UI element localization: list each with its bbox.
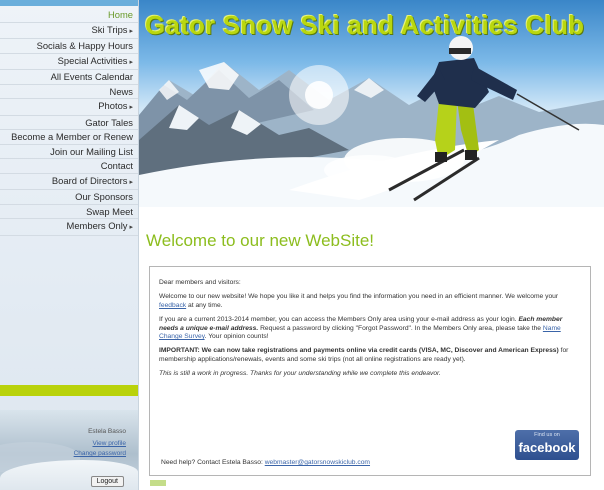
nav-item-ski-trips[interactable]: Ski Trips ▸ bbox=[0, 23, 138, 39]
help-text: Need help? Contact Estela Basso: bbox=[161, 459, 265, 466]
welcome-message-box: Dear members and visitors: Welcome to ou… bbox=[149, 266, 591, 476]
site-title: Gator Snow Ski and Activities Club bbox=[145, 10, 585, 40]
nav-item-sponsors[interactable]: Our Sponsors bbox=[0, 190, 138, 205]
feedback-link[interactable]: feedback bbox=[159, 302, 186, 309]
member-panel: Estela Basso View profile Change passwor… bbox=[0, 410, 138, 490]
sidebar: Home Ski Trips ▸ Socials & Happy Hours Sp… bbox=[0, 0, 139, 490]
footer-decoration bbox=[150, 480, 166, 486]
nav-label: Ski Trips bbox=[91, 23, 128, 35]
nav-label: Special Activities bbox=[57, 54, 128, 66]
nav-item-socials[interactable]: Socials & Happy Hours bbox=[0, 39, 138, 54]
facebook-logo-text: facebook bbox=[518, 440, 576, 455]
nav-label: Become a Member or Renew bbox=[11, 131, 133, 142]
text: at any time. bbox=[186, 301, 223, 309]
submenu-arrow-icon: ▸ bbox=[129, 224, 133, 231]
nav-label: Join our Mailing List bbox=[50, 145, 133, 157]
view-profile-link[interactable]: View profile bbox=[93, 440, 126, 447]
nav-label: Contact bbox=[100, 160, 133, 171]
nav-item-swap-meet[interactable]: Swap Meet bbox=[0, 205, 138, 219]
nav-item-home[interactable]: Home bbox=[0, 8, 138, 23]
nav-item-events-calendar[interactable]: All Events Calendar bbox=[0, 70, 138, 85]
welcome-heading: Welcome to our new WebSite! bbox=[146, 231, 375, 250]
submenu-arrow-icon: ▸ bbox=[129, 178, 133, 186]
nav-item-become-member[interactable]: Become a Member or Renew bbox=[0, 130, 138, 145]
nav-label: Members Only bbox=[66, 220, 128, 231]
submenu-arrow-icon: ▸ bbox=[129, 27, 133, 35]
nav-label: Our Sponsors bbox=[75, 191, 133, 202]
submenu-arrow-icon: ▸ bbox=[129, 58, 133, 66]
nav-item-photos[interactable]: Photos ▸ bbox=[0, 99, 138, 116]
important-text: IMPORTANT: We can now take registrations… bbox=[159, 347, 559, 355]
nav-label: Home bbox=[107, 9, 133, 20]
members-login-paragraph: If you are a current 2013-2014 member, y… bbox=[159, 316, 580, 341]
nav-item-contact[interactable]: Contact bbox=[0, 159, 138, 174]
nav-item-members-only[interactable]: Members Only ▸ bbox=[0, 219, 138, 236]
nav-label: Board of Directors bbox=[51, 174, 128, 186]
nav-item-gator-tales[interactable]: Gator Tales bbox=[0, 116, 138, 130]
nav-label: All Events Calendar bbox=[50, 71, 133, 82]
nav-item-board[interactable]: Board of Directors ▸ bbox=[0, 174, 138, 190]
nav-item-mailing-list[interactable]: Join our Mailing List bbox=[0, 145, 138, 159]
logout-button[interactable]: Logout bbox=[90, 476, 124, 487]
change-password-link[interactable]: Change password bbox=[74, 450, 126, 457]
nav-label: Swap Meet bbox=[86, 205, 133, 217]
nav-label: Socials & Happy Hours bbox=[36, 40, 133, 51]
sidebar-accent-bar bbox=[0, 385, 138, 396]
sidebar-top-strip bbox=[0, 0, 138, 6]
header-banner: Gator Snow Ski and Activities Club bbox=[139, 0, 604, 207]
submenu-arrow-icon: ▸ bbox=[129, 104, 133, 111]
nav-menu: Home Ski Trips ▸ Socials & Happy Hours Sp… bbox=[0, 8, 138, 236]
greeting-text: Dear members and visitors: bbox=[159, 279, 241, 286]
nav-item-news[interactable]: News bbox=[0, 85, 138, 99]
text: Request a password by clicking "Forgot P… bbox=[258, 324, 543, 332]
text: Welcome to our new website! We hope you … bbox=[159, 293, 559, 301]
nav-label: Photos bbox=[98, 100, 128, 111]
work-in-progress-paragraph: This is still a work in progress. Thanks… bbox=[159, 370, 441, 378]
important-paragraph: IMPORTANT: We can now take registrations… bbox=[159, 347, 580, 364]
nav-label: News bbox=[109, 85, 133, 97]
nav-item-special-activities[interactable]: Special Activities ▸ bbox=[0, 54, 138, 70]
facebook-button[interactable]: Find us on facebook bbox=[515, 430, 579, 460]
help-line: Need help? Contact Estela Basso: webmast… bbox=[161, 459, 370, 466]
text: If you are a current 2013-2014 member, y… bbox=[159, 316, 519, 324]
member-name: Estela Basso bbox=[88, 428, 126, 435]
facebook-find-us-text: Find us on bbox=[534, 432, 560, 438]
text: . Your opinion counts! bbox=[204, 333, 269, 341]
welcome-paragraph: Welcome to our new website! We hope you … bbox=[159, 293, 580, 310]
webmaster-email-link[interactable]: webmaster@gatorsnowskiclub.com bbox=[265, 459, 370, 466]
nav-label: Gator Tales bbox=[85, 116, 133, 128]
